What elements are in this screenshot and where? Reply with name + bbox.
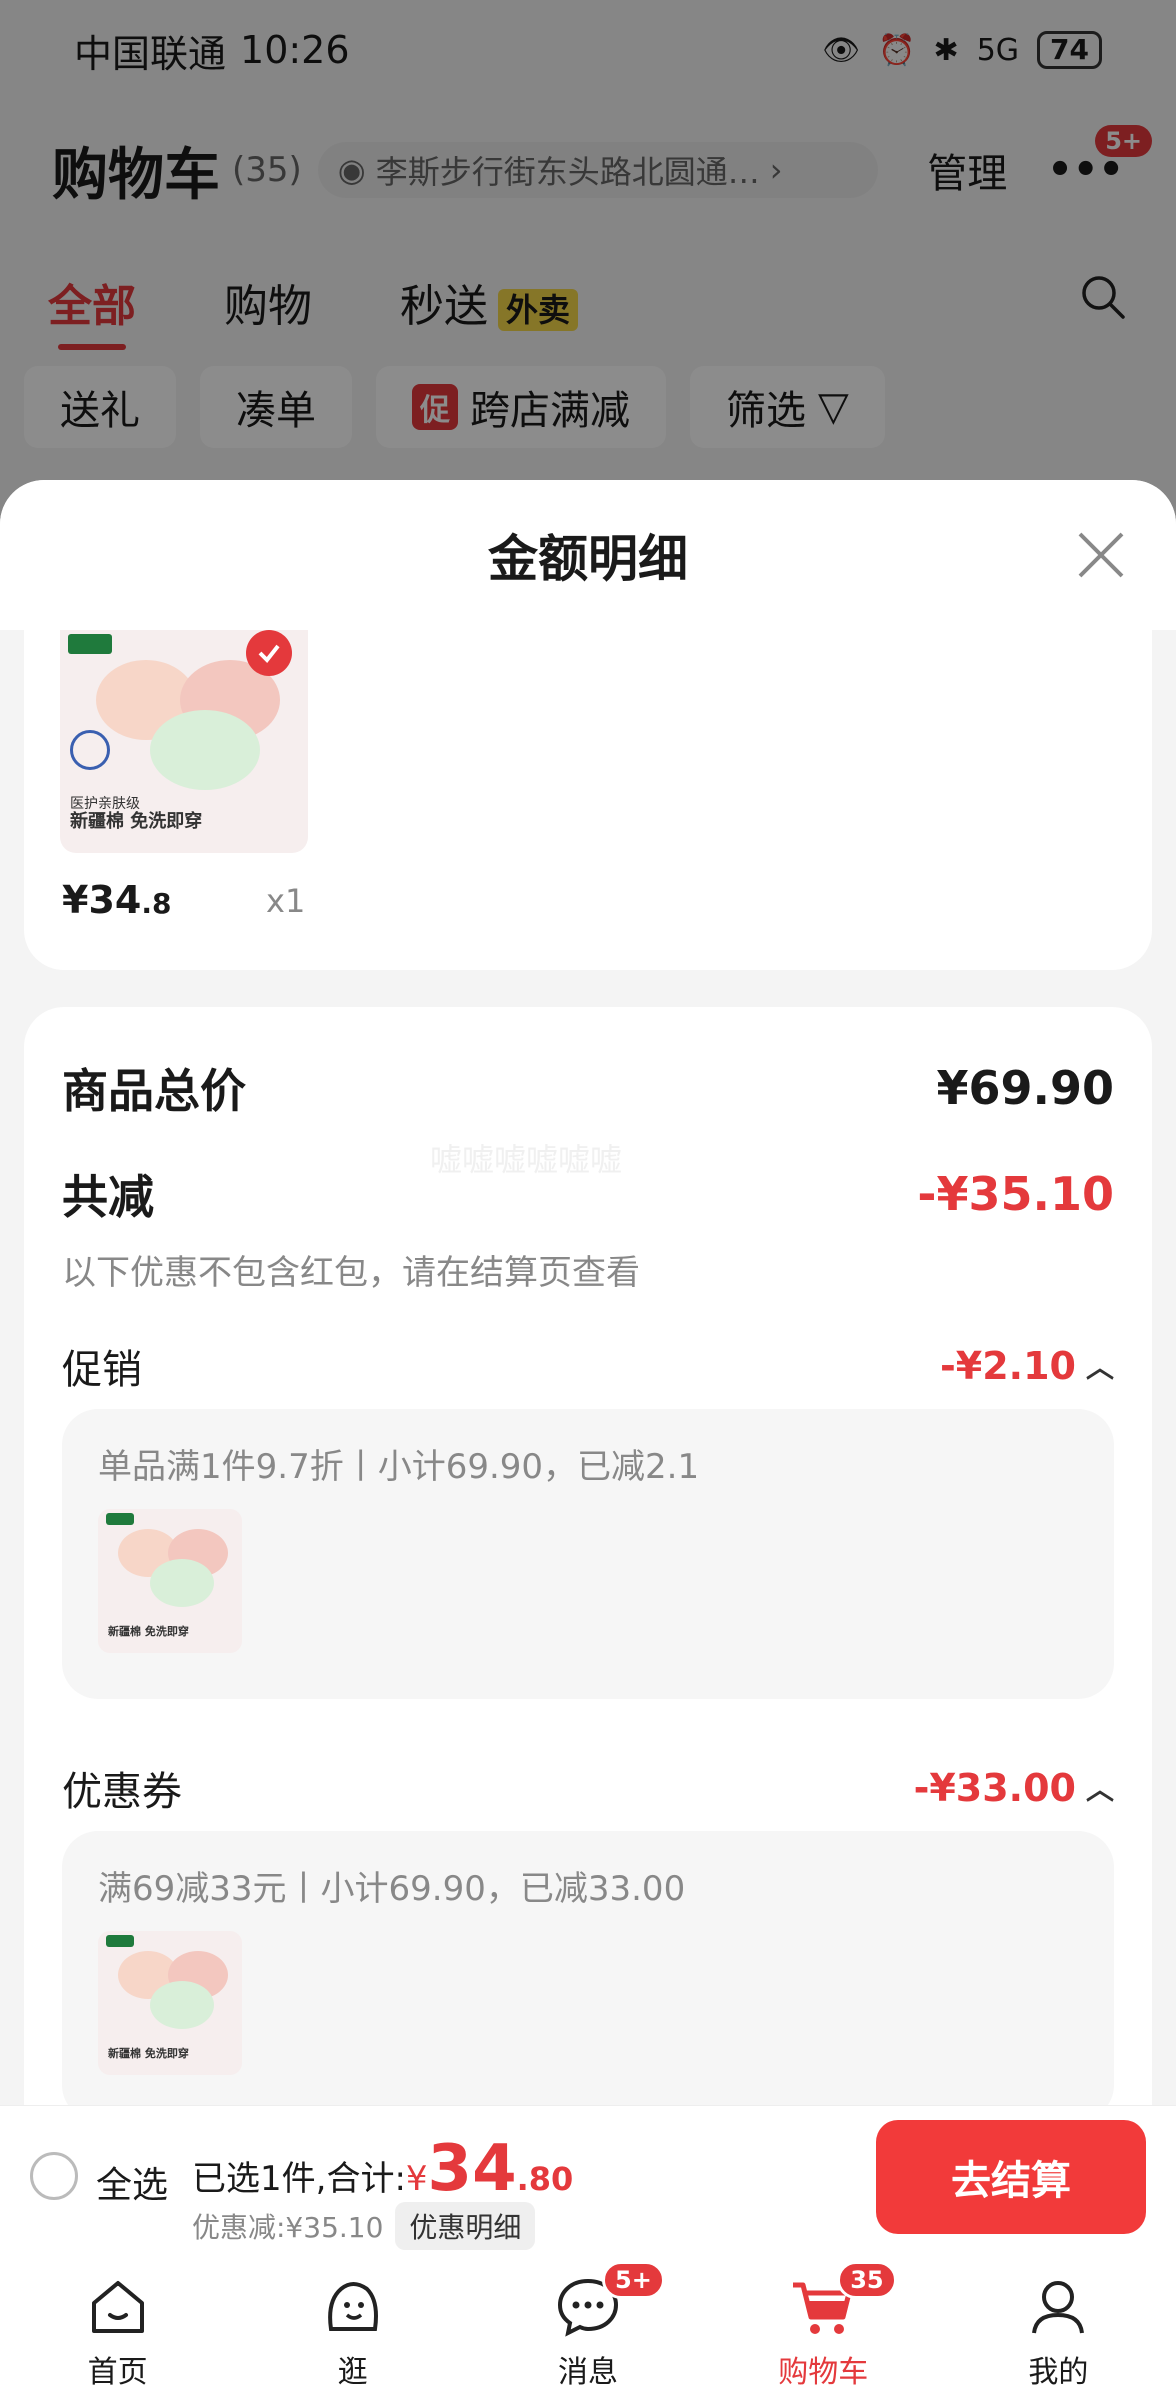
checked-icon[interactable] [246,630,292,676]
total-value: ¥69.90 [936,1061,1114,1115]
total-summary: 已选1件,合计: ¥ 34 .80 [192,2132,573,2206]
product-shape [150,710,260,790]
nav-messages-label: 消息 [558,2355,618,2390]
nav-home[interactable]: 首页 [0,2253,235,2400]
nav-browse[interactable]: 逛 [235,2253,470,2400]
brand-logo-icon [106,1935,134,1947]
selected-item-card: 医护亲肤级 新疆棉 免洗即穿 ¥34.8 x1 [24,630,1152,970]
coupon-item-thumbnail: 新疆棉 免洗即穿 [98,1931,242,2075]
coupon-amount: -¥33.00 [913,1766,1076,1810]
selected-prefix: 已选1件,合计: [192,2159,406,2199]
thumb-caption: 新疆棉 免洗即穿 [108,2047,189,2060]
coupon-label: 优惠券 [62,1769,182,1815]
nav-cart[interactable]: 35 购物车 [706,2253,941,2400]
select-all-radio[interactable] [30,2152,78,2200]
messages-badge: 5+ [602,2261,665,2299]
profile-icon [1032,2281,1085,2334]
currency-symbol: ¥ [405,2159,428,2199]
seal-icon [70,730,110,770]
close-icon[interactable] [1076,530,1126,580]
amount-detail-sheet: 金额明细 医护亲肤级 新疆棉 免洗即穿 ¥34.8 x1 商品总价 ¥69.90… [0,480,1176,2105]
promotion-detail-box: 单品满1件9.7折丨小计69.90，已减2.1 新疆棉 免洗即穿 [62,1409,1114,1699]
coupon-row[interactable]: 优惠券 -¥33.00 ︿ [62,1759,1114,1817]
thumb-caption: 新疆棉 免洗即穿 [70,811,203,832]
bottom-nav: 首页 逛 5+ 消息 35 购物车 我的 [0,2253,1176,2400]
chevron-up-icon: ︿ [1085,1773,1114,1806]
browse-icon [327,2282,378,2331]
nav-profile-label: 我的 [1028,2355,1089,2390]
thumb-caption: 新疆棉 免洗即穿 [108,1625,189,1638]
nav-profile[interactable]: 我的 [941,2253,1176,2400]
product-shape [150,1981,214,2029]
item-price-cents: .8 [141,887,172,920]
total-label: 商品总价 [62,1064,246,1118]
product-shape [150,1559,214,1607]
nav-browse-label: 逛 [337,2355,368,2390]
brand-logo-icon [106,1513,134,1525]
promotion-value: -¥2.10 ︿ [940,1344,1114,1388]
select-all-label[interactable]: 全选 [96,2156,168,2208]
item-price: ¥34.8 [62,878,171,922]
promotion-amount: -¥2.10 [940,1344,1076,1388]
coupon-value: -¥33.00 ︿ [914,1766,1114,1810]
discount-summary: 优惠减:¥35.10 优惠明细 [192,2202,536,2250]
promotion-label: 促销 [62,1347,142,1393]
nav-home-label: 首页 [87,2355,148,2390]
item-price-main: ¥34 [62,878,142,922]
chevron-up-icon: ︿ [1085,1351,1114,1384]
total-main: 34 [427,2132,517,2206]
cart-badge: 35 [837,2261,897,2299]
sheet-header: 金额明细 [0,480,1176,630]
total-row: 商品总价 ¥69.90 [62,1055,1114,1121]
price-summary-card: 商品总价 ¥69.90 嘘嘘嘘嘘嘘嘘 共减 -¥35.10 以下优惠不包含红包，… [24,1007,1152,2105]
checkout-button[interactable]: 去结算 [876,2120,1146,2234]
discount-note: 以下优惠不包含红包，请在结算页查看 [62,1253,640,1293]
reduce-row: 共减 -¥35.10 [62,1161,1114,1227]
promotion-detail: 单品满1件9.7折丨小计69.90，已减2.1 [98,1447,700,1487]
brand-logo-icon [68,634,112,654]
coupon-detail: 满69减33元丨小计69.90，已减33.00 [98,1869,686,1909]
reduce-value: -¥35.10 [917,1167,1114,1221]
checkout-bar: 全选 已选1件,合计: ¥ 34 .80 优惠减:¥35.10 优惠明细 去结算 [0,2105,1176,2253]
coupon-detail-box: 满69减33元丨小计69.90，已减33.00 新疆棉 免洗即穿 [62,1831,1114,2105]
total-cents: .80 [516,2160,574,2198]
nav-cart-label: 购物车 [778,2355,869,2390]
discount-detail-button[interactable]: 优惠明细 [395,2202,536,2250]
product-thumbnail[interactable]: 医护亲肤级 新疆棉 免洗即穿 [60,630,308,853]
reduce-label: 共减 [62,1170,154,1224]
home-icon [91,2281,144,2333]
item-quantity: x1 [266,882,306,920]
nav-messages[interactable]: 5+ 消息 [470,2253,705,2400]
promotion-item-thumbnail: 新疆棉 免洗即穿 [98,1509,242,1653]
sheet-title: 金额明细 [488,530,688,588]
promotion-row[interactable]: 促销 -¥2.10 ︿ [62,1337,1114,1395]
discount-text: 优惠减:¥35.10 [192,2211,384,2244]
